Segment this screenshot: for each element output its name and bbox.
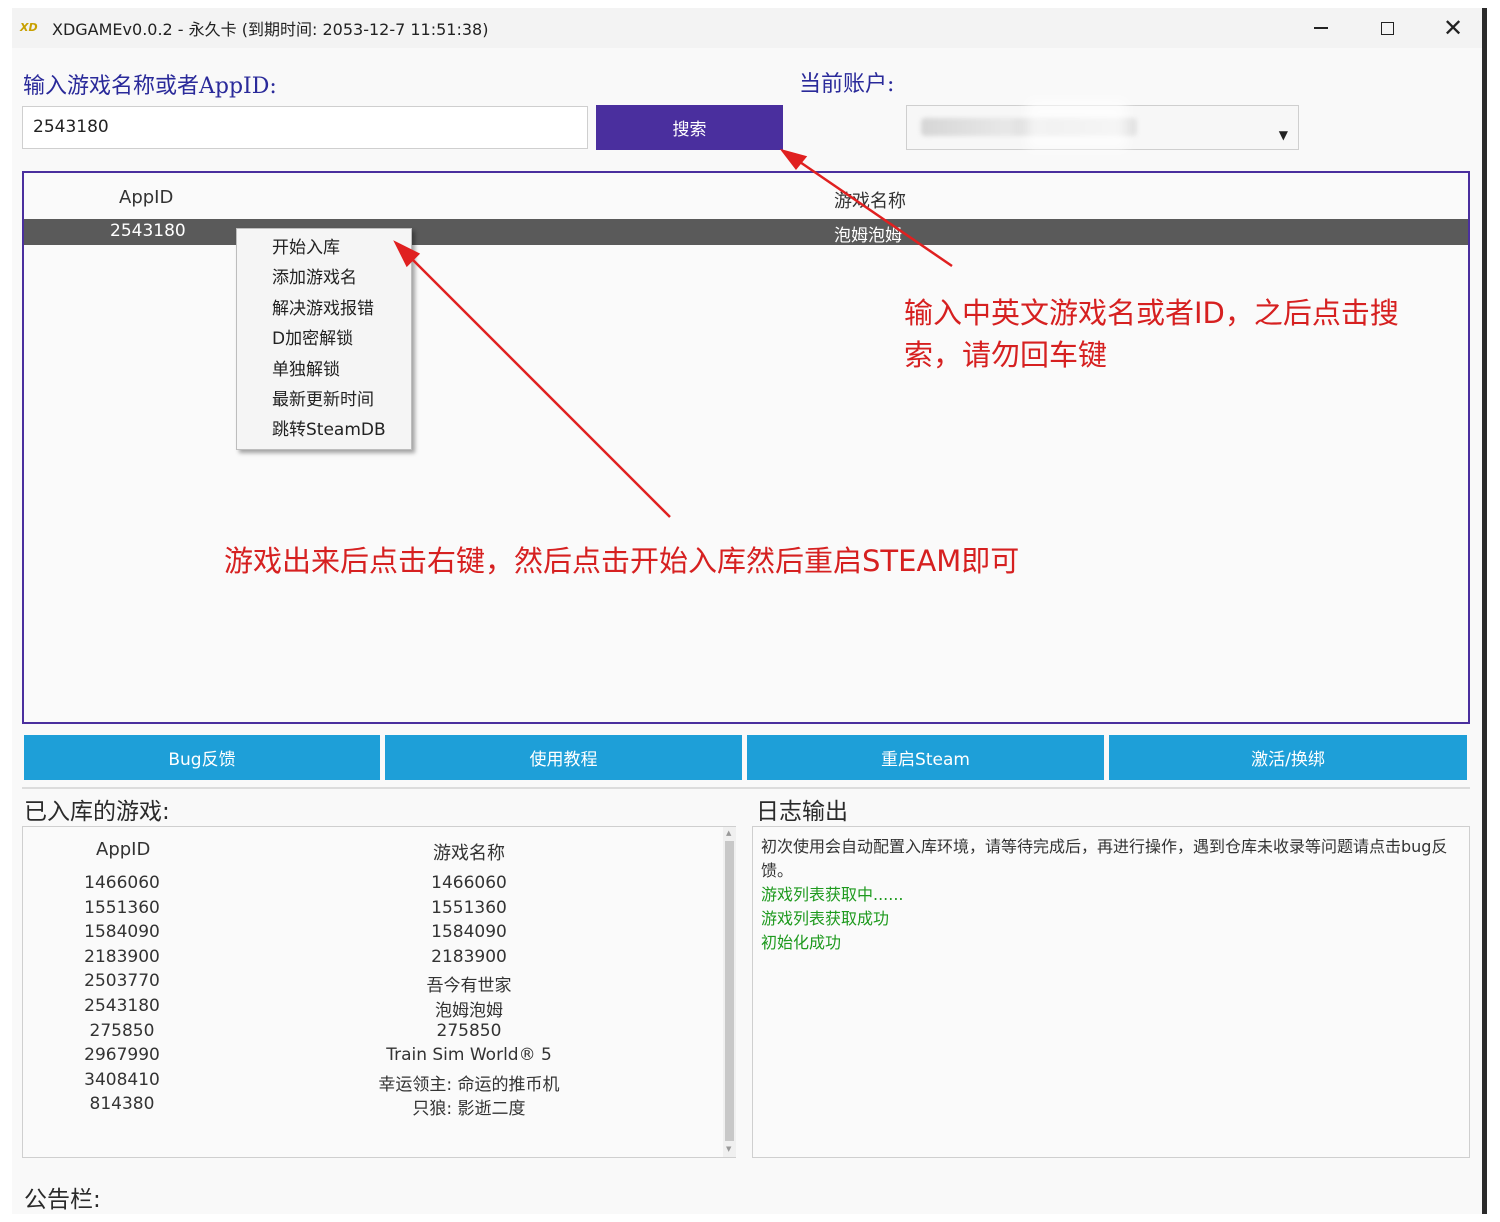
search-hint-line1: 输入中英文游戏名或者ID，之后点击搜 <box>904 296 1399 330</box>
close-icon: ✕ <box>1442 14 1464 42</box>
owned-row-appid: 1551360 <box>84 897 160 918</box>
owned-row-name: 泡姆泡姆 <box>435 1001 503 1021</box>
owned-row-name: Train Sim World® 5 <box>386 1045 552 1066</box>
results-row-appid: 2543180 <box>110 221 186 241</box>
owned-row-appid: 2503770 <box>84 971 160 992</box>
app-window: XD XDGAMEv0.0.2 - 永久卡 (到期时间: 2053-12-7 1… <box>12 8 1486 1214</box>
owned-row-name: 1466060 <box>431 873 507 893</box>
title-bar: XD XDGAMEv0.0.2 - 永久卡 (到期时间: 2053-12-7 1… <box>12 8 1486 48</box>
log-output: 初次使用会自动配置入库环境，请等待完成后，再进行操作，遇到仓库未收录等问题请点击… <box>752 826 1470 1158</box>
menu-item-single-unlock[interactable]: 单独解锁 <box>237 355 411 385</box>
search-hint-annotation: 输入中英文游戏名或者ID，之后点击搜 索，请勿回车键 <box>904 292 1399 376</box>
menu-item-add-game-name[interactable]: 添加游戏名 <box>237 263 411 293</box>
menu-item-fix-game-error[interactable]: 解决游戏报错 <box>237 294 411 324</box>
context-menu: 开始入库 添加游戏名 解决游戏报错 D加密解锁 单独解锁 最新更新时间 跳转St… <box>236 228 412 450</box>
search-label: 输入游戏名称或者AppID: <box>23 74 277 99</box>
tutorial-button[interactable]: 使用教程 <box>385 735 742 780</box>
window-edge <box>1482 8 1487 1214</box>
divider <box>22 787 1470 789</box>
menu-item-latest-update-time[interactable]: 最新更新时间 <box>237 385 411 415</box>
owned-row[interactable]: 1584090 1584090 <box>23 922 723 946</box>
owned-header-name: 游戏名称 <box>433 843 505 864</box>
results-header-appid: AppID <box>119 187 174 208</box>
activate-button[interactable]: 激活/换绑 <box>1109 735 1467 780</box>
owned-row[interactable]: 2503770 吾今有世家 <box>23 971 723 997</box>
owned-row-name: 1584090 <box>431 922 507 943</box>
close-button[interactable]: ✕ <box>1420 8 1486 48</box>
owned-row[interactable]: 3408410 幸运领主: 命运的推币机 <box>23 1069 723 1095</box>
bug-feedback-button[interactable]: Bug反馈 <box>24 735 380 780</box>
log-line: 初始化成功 <box>761 933 842 952</box>
search-input[interactable]: 2543180 <box>22 106 588 149</box>
owned-row-appid: 1466060 <box>84 873 160 893</box>
scroll-up-icon[interactable]: ▲ <box>726 829 731 837</box>
owned-header-appid: AppID <box>96 839 151 860</box>
owned-row[interactable]: 275850 275850 <box>23 1021 723 1045</box>
app-logo-icon: XD <box>20 21 38 34</box>
log-line: 游戏列表获取中...... <box>761 885 904 904</box>
owned-row[interactable]: 1551360 1551360 <box>23 898 723 922</box>
owned-row-name: 只狼: 影逝二度 <box>412 1099 526 1120</box>
owned-row[interactable]: 2967990 Train Sim World® 5 <box>23 1045 723 1069</box>
owned-row-appid: 1584090 <box>84 922 160 943</box>
owned-scrollbar[interactable]: ▲ ▼ <box>723 827 736 1157</box>
minimize-button[interactable] <box>1288 8 1354 48</box>
search-button[interactable]: 搜索 <box>596 105 783 150</box>
log-line: 初次使用会自动配置入库环境，请等待完成后，再进行操作，遇到仓库未收录等问题请点击… <box>761 837 1448 880</box>
results-row-name: 泡姆泡姆 <box>834 226 902 246</box>
owned-row-appid: 2543180 <box>84 996 160 1016</box>
owned-row-name: 275850 <box>436 1020 502 1041</box>
redaction-smudge <box>1027 100 1127 150</box>
owned-row-name: 幸运领主: 命运的推币机 <box>378 1074 560 1095</box>
restart-steam-button[interactable]: 重启Steam <box>747 735 1104 780</box>
menu-item-start-import[interactable]: 开始入库 <box>237 233 411 263</box>
owned-row-appid: 275850 <box>89 1020 155 1041</box>
chevron-down-icon: ▼ <box>1278 128 1288 142</box>
log-line: 游戏列表获取成功 <box>761 909 890 928</box>
scrollbar-thumb[interactable] <box>725 841 734 1141</box>
owned-row[interactable]: 1466060 1466060 <box>23 873 723 897</box>
owned-games-label: 已入库的游戏: <box>24 799 170 825</box>
menu-item-goto-steamdb[interactable]: 跳转SteamDB <box>237 415 411 445</box>
account-label: 当前账户: <box>799 72 895 97</box>
owned-row-name: 2183900 <box>431 946 507 967</box>
window-title: XDGAMEv0.0.2 - 永久卡 (到期时间: 2053-12-7 11:5… <box>52 20 489 39</box>
results-header-name: 游戏名称 <box>834 191 906 212</box>
menu-item-d-encryption-unlock[interactable]: D加密解锁 <box>237 324 411 354</box>
maximize-icon <box>1380 21 1394 35</box>
menu-hint-annotation: 游戏出来后点击右键，然后点击开始入库然后重启STEAM即可 <box>224 544 1020 578</box>
owned-row-appid: 2967990 <box>84 1045 160 1066</box>
search-hint-line2: 索，请勿回车键 <box>904 338 1108 372</box>
owned-row[interactable]: 2543180 泡姆泡姆 <box>23 996 723 1021</box>
owned-row-appid: 814380 <box>89 1094 155 1115</box>
minimize-icon <box>1314 27 1328 29</box>
account-select[interactable]: ▼ <box>906 100 1299 150</box>
owned-row-name: 吾今有世家 <box>426 976 512 997</box>
maximize-button[interactable] <box>1354 8 1420 48</box>
owned-row[interactable]: 814380 只狼: 影逝二度 <box>23 1094 723 1120</box>
scroll-down-icon[interactable]: ▼ <box>726 1145 731 1153</box>
bulletin-label: 公告栏: <box>24 1187 101 1213</box>
owned-games-table: AppID 游戏名称 1466060 1466060 1551360 1551360 1… <box>22 826 736 1158</box>
owned-row[interactable]: 2183900 2183900 <box>23 947 723 971</box>
owned-row-name: 1551360 <box>431 897 507 918</box>
owned-row-appid: 3408410 <box>84 1069 160 1090</box>
log-label: 日志输出 <box>756 799 848 825</box>
owned-row-appid: 2183900 <box>84 946 160 967</box>
